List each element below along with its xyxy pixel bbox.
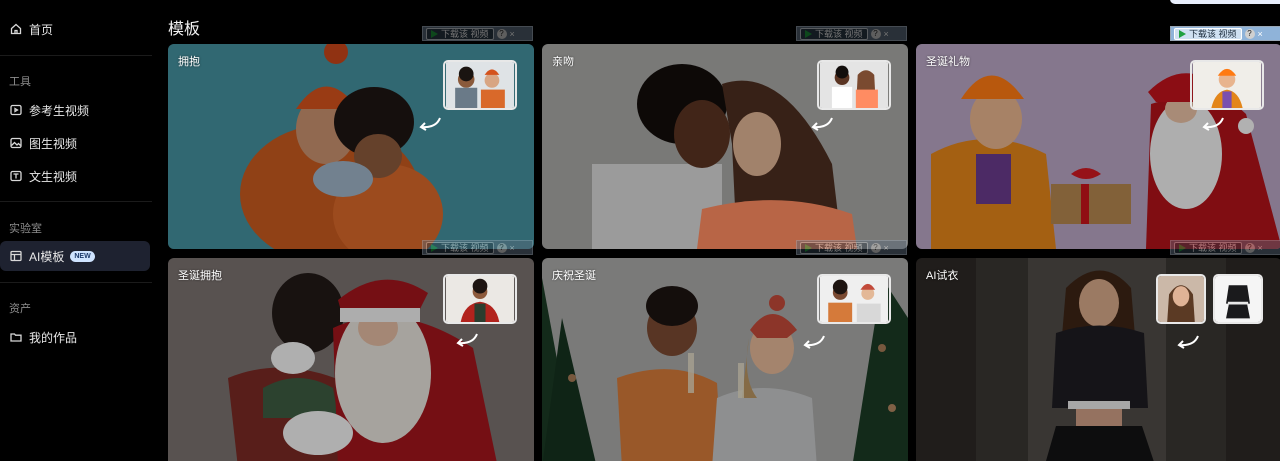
curved-arrow-icon — [808, 116, 834, 137]
close-icon[interactable]: × — [1258, 243, 1263, 253]
template-card-ai-try-on[interactable]: AI试衣 — [916, 258, 1280, 461]
close-icon[interactable]: × — [1258, 29, 1263, 39]
home-icon — [10, 23, 22, 35]
text-video-icon — [10, 170, 22, 182]
sidebar-item-label: 我的作品 — [29, 330, 78, 345]
video-icon — [10, 104, 22, 116]
card-title: 圣诞拥抱 — [178, 270, 222, 282]
sidebar-item-label: 首页 — [29, 22, 54, 37]
template-card-celebrate-christmas[interactable]: 庆祝圣诞 — [542, 258, 908, 461]
download-toolbar: 下载该 视频 ? × — [796, 26, 907, 41]
template-card-christmas-hug[interactable]: 圣诞拥抱 — [168, 258, 534, 461]
sidebar-item-image-to-video[interactable]: 图生视频 — [0, 128, 150, 158]
download-toolbar: 下载该 视频 ? × — [1170, 240, 1280, 255]
template-card-kiss[interactable]: 亲吻 — [542, 44, 908, 249]
play-icon — [1179, 29, 1186, 38]
section-label-assets: 资产 — [9, 303, 31, 315]
section-label-tools: 工具 — [9, 76, 31, 88]
image-video-icon — [10, 137, 22, 149]
reference-thumbnail — [443, 274, 517, 324]
template-icon — [10, 250, 22, 262]
divider — [0, 201, 152, 202]
sidebar-item-reference-video[interactable]: 参考生视频 — [0, 95, 150, 125]
sidebar-item-label: AI模板 — [29, 249, 65, 264]
section-label-lab: 实验室 — [9, 223, 42, 235]
reference-thumbnail — [817, 60, 891, 110]
close-icon[interactable]: × — [884, 29, 889, 39]
template-card-christmas-gift[interactable]: 圣诞礼物 — [916, 44, 1280, 249]
curved-arrow-icon — [1199, 116, 1225, 137]
sidebar-item-text-to-video[interactable]: 文生视频 — [0, 161, 150, 191]
garment-thumbnail — [1213, 274, 1263, 324]
help-icon[interactable]: ? — [1244, 242, 1255, 253]
card-title: 拥抱 — [178, 56, 200, 68]
reference-thumbnail — [443, 60, 517, 110]
help-icon[interactable]: ? — [496, 28, 507, 39]
divider — [0, 282, 152, 283]
curved-arrow-icon — [416, 116, 442, 137]
play-icon — [805, 243, 812, 252]
close-icon[interactable]: × — [510, 29, 515, 39]
divider — [0, 55, 152, 56]
sidebar-item-home[interactable]: 首页 — [0, 14, 150, 44]
help-icon[interactable]: ? — [1244, 28, 1255, 39]
reference-thumbnail — [817, 274, 891, 324]
card-title: AI试衣 — [926, 270, 959, 282]
sidebar-item-label: 参考生视频 — [29, 103, 90, 118]
download-toolbar: 下载该 视频 ? × — [1170, 26, 1280, 41]
download-video-button[interactable]: 下载该 视频 — [426, 27, 494, 40]
close-icon[interactable]: × — [884, 243, 889, 253]
download-toolbar: 下载该 视频 ? × — [422, 26, 533, 41]
new-badge: NEW — [70, 250, 95, 262]
play-icon — [431, 243, 438, 252]
download-video-button[interactable]: 下载该 视频 — [800, 27, 868, 40]
card-title: 亲吻 — [552, 56, 574, 68]
top-button[interactable] — [1170, 0, 1280, 4]
help-icon[interactable]: ? — [870, 242, 881, 253]
sidebar-item-label: 文生视频 — [29, 169, 78, 184]
template-card-hug[interactable]: 拥抱 — [168, 44, 534, 249]
help-icon[interactable]: ? — [496, 242, 507, 253]
curved-arrow-icon — [453, 332, 479, 353]
download-video-button[interactable]: 下载该 视频 — [1174, 241, 1242, 254]
sidebar-item-ai-template[interactable]: AI模板 NEW — [0, 241, 150, 271]
curved-arrow-icon — [1174, 334, 1200, 355]
download-toolbar: 下载该 视频 ? × — [796, 240, 907, 255]
reference-thumbnail — [1190, 60, 1264, 110]
folder-icon — [10, 331, 22, 343]
download-toolbar: 下载该 视频 ? × — [422, 240, 533, 255]
card-title: 庆祝圣诞 — [552, 270, 596, 282]
download-video-button[interactable]: 下载该 视频 — [426, 241, 494, 254]
sidebar-item-my-works[interactable]: 我的作品 — [0, 322, 150, 352]
play-icon — [431, 29, 438, 38]
help-icon[interactable]: ? — [870, 28, 881, 39]
sidebar-item-label: 图生视频 — [29, 136, 78, 151]
play-icon — [805, 29, 812, 38]
curved-arrow-icon — [800, 334, 826, 355]
play-icon — [1179, 243, 1186, 252]
download-video-button[interactable]: 下载该 视频 — [800, 241, 868, 254]
page-title: 模板 — [168, 21, 201, 38]
model-thumbnail — [1156, 274, 1206, 324]
sidebar: 首页 工具 参考生视频 图生视频 文生视频 实验室 AI模板 NEW 资产 我的… — [0, 0, 152, 461]
card-title: 圣诞礼物 — [926, 56, 970, 68]
close-icon[interactable]: × — [510, 243, 515, 253]
download-video-button[interactable]: 下载该 视频 — [1174, 27, 1242, 40]
